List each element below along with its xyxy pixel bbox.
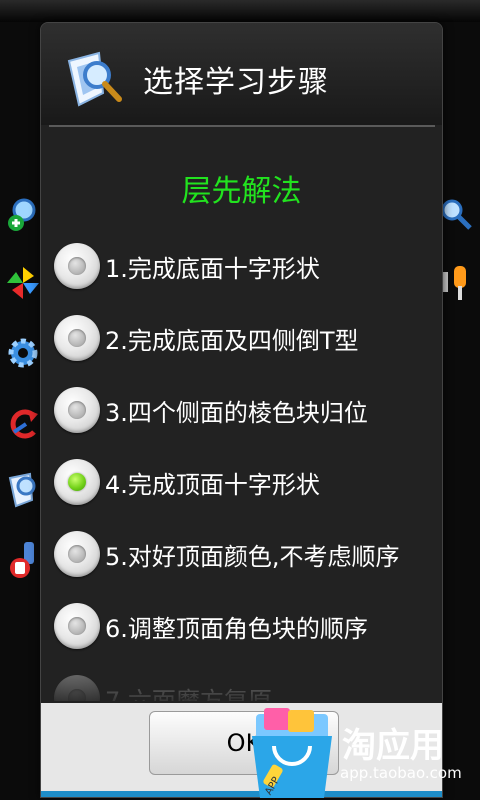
option-label: 3.四个侧面的棱色块归位	[105, 398, 368, 427]
step-option-6[interactable]: 6.调整顶面角色块的顺序	[41, 591, 442, 661]
magnifier-shield-icon	[63, 49, 125, 107]
shopping-bag-icon: APP	[252, 708, 332, 798]
radio-button[interactable]	[54, 387, 100, 433]
option-label: 6.调整顶面角色块的顺序	[105, 614, 368, 643]
status-bar	[0, 0, 480, 22]
step-option-3[interactable]: 3.四个侧面的棱色块归位	[41, 375, 442, 445]
radio-button[interactable]	[54, 243, 100, 289]
radio-button[interactable]	[54, 675, 100, 701]
option-label: 1.完成底面十字形状	[105, 254, 320, 283]
header-divider	[49, 125, 435, 127]
radio-button[interactable]	[54, 315, 100, 361]
step-option-5[interactable]: 5.对好顶面颜色,不考虑顺序	[41, 519, 442, 589]
dialog-header: 选择学习步骤	[41, 23, 442, 125]
radio-button[interactable]	[54, 531, 100, 577]
watermark-url: app.taobao.com	[340, 764, 462, 782]
option-label: 5.对好顶面颜色,不考虑顺序	[105, 542, 400, 571]
stop-hand-icon[interactable]	[6, 540, 40, 578]
step-option-7[interactable]: 7.六面魔方复原	[41, 663, 442, 701]
radio-button-checked[interactable]	[54, 459, 100, 505]
magnifier-shield-small-icon[interactable]	[6, 470, 40, 508]
pinwheel-icon[interactable]	[6, 264, 40, 302]
zoom-in-icon[interactable]	[6, 196, 40, 234]
option-label: 4.完成顶面十字形状	[105, 470, 320, 499]
select-step-dialog: 选择学习步骤 层先解法 1.完成底面十字形状 2.完成底面及四侧倒T型 3.四个…	[40, 22, 443, 798]
tool-icon[interactable]	[440, 264, 474, 302]
step-options-list[interactable]: 1.完成底面十字形状 2.完成底面及四侧倒T型 3.四个侧面的棱色块归位 4.完…	[41, 231, 442, 701]
radio-button[interactable]	[54, 603, 100, 649]
option-label: 2.完成底面及四侧倒T型	[105, 326, 359, 355]
section-title: 层先解法	[181, 174, 302, 209]
gear-icon[interactable]	[6, 334, 40, 372]
refresh-arrow-icon[interactable]	[6, 404, 40, 442]
dialog-title: 选择学习步骤	[143, 65, 329, 100]
option-label: 7.六面魔方复原	[105, 686, 272, 702]
step-option-2[interactable]: 2.完成底面及四侧倒T型	[41, 303, 442, 373]
search-icon[interactable]	[440, 196, 474, 234]
step-option-1[interactable]: 1.完成底面十字形状	[41, 231, 442, 301]
watermark-brand: 淘应用	[342, 726, 444, 766]
step-option-4[interactable]: 4.完成顶面十字形状	[41, 447, 442, 517]
taobao-app-watermark: APP 淘应用 app.taobao.com	[244, 706, 480, 800]
